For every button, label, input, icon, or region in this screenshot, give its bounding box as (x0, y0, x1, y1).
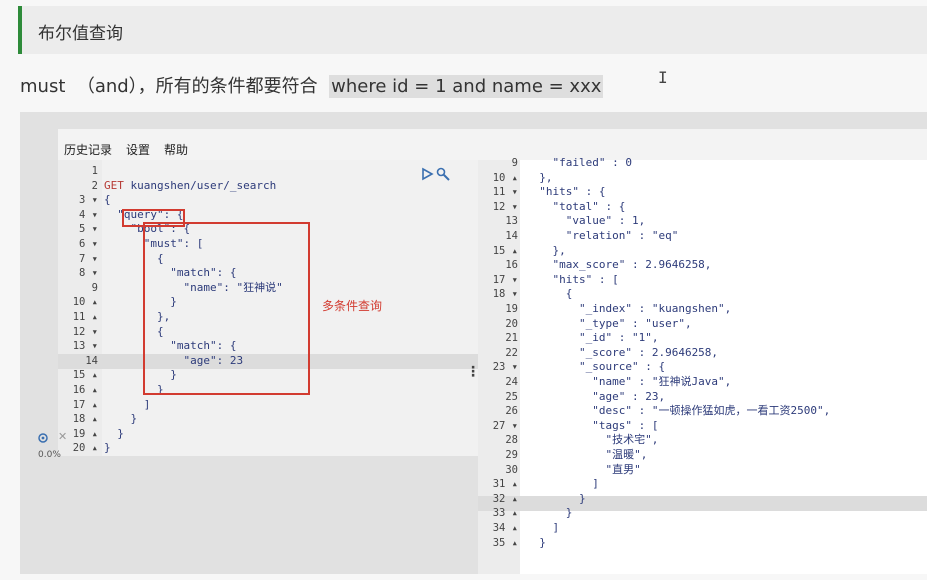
response-line-number: 35 ▴ (492, 536, 518, 549)
response-line-number: 21 (505, 332, 518, 345)
response-code-line: "total" : { (526, 199, 626, 213)
response-code-line: "relation" : "eq" (526, 229, 679, 242)
request-line-number: 20 ▴ (72, 442, 98, 455)
wrench-icon[interactable] (435, 166, 451, 182)
response-code-line: "直男" (526, 462, 641, 476)
close-icon[interactable]: ✕ (58, 430, 67, 443)
response-line-number: 26 (505, 405, 518, 418)
response-code-line: "温暖", (526, 448, 648, 461)
response-code-line: ] (526, 477, 599, 491)
request-line-number: 17 ▴ (72, 398, 98, 411)
response-line-number: 11 ▾ (492, 186, 518, 199)
response-line-number: 24 (505, 376, 518, 388)
request-line-number: 15 ▴ (72, 369, 98, 382)
gear-icon[interactable] (37, 432, 49, 447)
response-code-line: "hits" : { (526, 185, 606, 199)
response-line-number: 17 ▾ (492, 273, 518, 286)
request-line-number: 18 ▴ (72, 413, 98, 426)
response-line-number: 34 ▴ (492, 522, 518, 534)
response-code-line: "desc" : "一顿操作猛如虎，一看工资2500", (526, 404, 831, 418)
multi-condition-annotation: 多条件查询 (322, 299, 383, 313)
response-line-number: 31 ▴ (492, 478, 518, 491)
response-code-line: "name" : "狂神说Java", (526, 375, 732, 388)
request-line-number: 9 (91, 281, 98, 294)
response-line-number: 19 (505, 303, 518, 315)
response-line-number: 32 ▴ (492, 492, 518, 505)
request-line-number: 7 ▾ (79, 252, 98, 265)
kibana-console: 历史记录 设置 帮助 1 2 GET kuangshen/user/_search 3… (20, 112, 927, 574)
request-line-number: 8 ▾ (79, 267, 98, 280)
response-line-number: 14 (505, 230, 518, 242)
response-code-line: } (526, 491, 586, 505)
response-line-number: 9 (511, 157, 518, 169)
request-editor[interactable]: 1 2 GET kuangshen/user/_search 3 ▾{4 ▾ "que… (58, 160, 482, 456)
description-line: must （and），所有的条件都要符合 where id = 1 and na… (20, 72, 604, 98)
response-code-line: "_score" : 2.9646258, (526, 345, 719, 359)
response-code-line: }, (526, 170, 553, 184)
response-line-number: 20 (505, 317, 518, 330)
request-line-number: 2 (91, 179, 98, 192)
menu-history[interactable]: 历史记录 (64, 141, 112, 158)
response-line-number: 29 (505, 449, 518, 461)
response-code-line: "max_score" : 2.9646258, (526, 258, 712, 272)
response-code-line: "技术宅", (526, 433, 659, 447)
request-code-line: ] (104, 397, 151, 411)
response-code-line: }, (526, 243, 566, 257)
response-line-number: 13 (505, 215, 518, 228)
request-code-line: { (104, 193, 111, 207)
menu-help[interactable]: 帮助 (164, 141, 188, 158)
response-line-number: 10 ▴ (492, 171, 518, 184)
request-line-number: 10 ▴ (72, 296, 98, 309)
response-line-number: 12 ▾ (492, 200, 518, 213)
response-code-line: "value" : 1, (526, 214, 646, 228)
request-code-line: } (104, 412, 138, 426)
section-title-bar: 布尔值查询 (18, 6, 927, 54)
request-line-number: 1 (91, 165, 98, 177)
response-code-line: } (526, 535, 546, 549)
response-code-line: "age" : 23, (526, 389, 666, 403)
response-line-number: 33 ▴ (492, 507, 518, 520)
response-line-number: 23 ▾ (492, 361, 518, 374)
request-line-number: 12 ▾ (72, 325, 98, 338)
response-line-number: 18 ▾ (492, 288, 518, 301)
response-code-line: "tags" : [ (526, 418, 659, 432)
response-panel: 9 "failed" : 0 10 ▴ }, 11 ▾ "hits" : { 12 ▾… (478, 156, 927, 574)
response-line-number: 30 (505, 463, 518, 476)
text-cursor-icon: I (658, 68, 668, 87)
response-code-line: { (526, 287, 573, 301)
response-line-number: 16 (505, 259, 518, 272)
response-code-line: "hits" : [ (526, 272, 619, 286)
response-code-line: "_id" : "1", (526, 331, 659, 345)
request-line-number: 13 ▾ (72, 340, 98, 353)
description-text: must （and），所有的条件都要符合 (20, 76, 330, 97)
menu-settings[interactable]: 设置 (126, 141, 150, 158)
request-code-line: } (104, 426, 124, 440)
request-line-number: 6 ▾ (79, 238, 98, 250)
response-line-number: 15 ▴ (492, 244, 518, 257)
request-code-line: } (104, 441, 111, 455)
request-line-number: 5 ▾ (79, 223, 98, 236)
request-code-line: GET kuangshen/user/_search (104, 178, 277, 192)
request-line-number: 16 ▴ (72, 384, 98, 396)
response-line-number: 27 ▾ (492, 419, 518, 432)
play-icon[interactable] (420, 167, 434, 181)
request-line-number: 4 ▾ (79, 208, 98, 221)
response-code-line: "_index" : "kuangshen", (526, 302, 732, 315)
response-line-number: 22 (505, 346, 518, 359)
response-code-line: "_type" : "user", (526, 316, 692, 330)
request-line-number: 14 (85, 354, 98, 367)
response-code-line: "_source" : { (526, 360, 666, 374)
request-line-number: 11 ▴ (72, 311, 98, 323)
response-line-number: 25 (505, 390, 518, 403)
sql-highlight: where id = 1 and name = xxx (329, 75, 604, 98)
request-line-number: 3 ▾ (79, 194, 98, 207)
section-title: 布尔值查询 (38, 24, 123, 44)
response-code-line: ] (526, 521, 560, 534)
must-highlight-box (143, 222, 310, 395)
response-code-line: } (526, 506, 573, 520)
progress-label: 0.0% (38, 450, 61, 460)
response-line-number: 28 (505, 434, 518, 447)
response-code-line: "failed" : 0 (526, 156, 632, 169)
